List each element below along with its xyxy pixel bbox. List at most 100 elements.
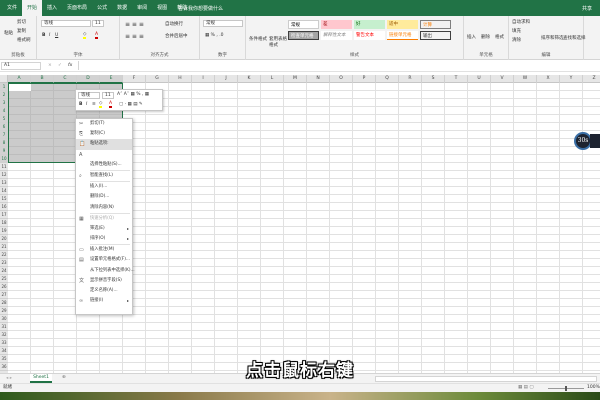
row-header[interactable]: 15 bbox=[0, 195, 8, 203]
grow-font-icon[interactable]: A˄ A˅ ▦ % , ▦ bbox=[117, 92, 149, 97]
tab-7[interactable]: 视图 bbox=[152, 0, 172, 16]
mini-size-select[interactable]: 11 bbox=[102, 92, 114, 99]
halign-icons[interactable]: ≡ ≡ ≡ bbox=[125, 33, 144, 40]
function-icon[interactable]: fx bbox=[68, 63, 72, 68]
row-header[interactable]: 12 bbox=[0, 171, 8, 179]
cancel-icon[interactable]: × bbox=[48, 63, 52, 68]
row-header[interactable]: 28 bbox=[0, 299, 8, 307]
tell-me-search[interactable]: 告诉我你想要做什么 bbox=[178, 5, 223, 12]
mini-italic-button[interactable]: I bbox=[86, 102, 87, 107]
row-header[interactable]: 3 bbox=[0, 99, 8, 107]
row-header[interactable]: 6 bbox=[0, 123, 8, 131]
menu-item[interactable]: 📋 粘贴选项: bbox=[76, 139, 132, 150]
mini-font-color-icon[interactable]: A bbox=[109, 101, 113, 108]
menu-item[interactable]: 选择性粘贴(S)... bbox=[76, 160, 132, 170]
column-header[interactable]: E bbox=[100, 75, 123, 83]
menu-item[interactable]: ⎘ 复制(C) bbox=[76, 129, 132, 139]
tab-0[interactable]: 文件 bbox=[2, 0, 22, 16]
column-header[interactable]: S bbox=[422, 75, 445, 83]
menu-item[interactable]: ▭ 插入批注(M) bbox=[76, 245, 132, 255]
column-header[interactable]: I bbox=[192, 75, 215, 83]
format-cells-button[interactable]: 格式 bbox=[495, 34, 504, 40]
font-color-icon[interactable]: A bbox=[95, 32, 99, 39]
cell-style-1[interactable]: 差 bbox=[321, 20, 352, 29]
insert-cells-button[interactable]: 插入 bbox=[467, 34, 476, 40]
row-header[interactable]: 11 bbox=[0, 163, 8, 171]
menu-item[interactable]: A bbox=[76, 150, 132, 160]
row-header[interactable]: 21 bbox=[0, 243, 8, 251]
column-header[interactable]: Z bbox=[583, 75, 600, 83]
column-header[interactable]: D bbox=[77, 75, 100, 83]
row-header[interactable]: 25 bbox=[0, 275, 8, 283]
cell-style-5[interactable]: 检查单元格 bbox=[288, 31, 319, 40]
row-header[interactable]: 18 bbox=[0, 219, 8, 227]
format-as-table-button[interactable]: 套用表格格式 bbox=[269, 36, 287, 48]
cell-style-7[interactable]: 警告文本 bbox=[354, 31, 385, 40]
menu-item[interactable]: 筛选(E) ▸ bbox=[76, 224, 132, 234]
cell-style-9[interactable]: 输出 bbox=[420, 31, 451, 40]
row-header[interactable]: 2 bbox=[0, 91, 8, 99]
formula-input[interactable] bbox=[78, 61, 598, 70]
cell-style-6[interactable]: 解释性文本 bbox=[321, 31, 352, 40]
menu-item[interactable]: ▤ 设置单元格格式(F)... bbox=[76, 255, 132, 265]
mini-align-icon[interactable]: ≡ bbox=[92, 102, 96, 107]
copy-button[interactable]: 复制 bbox=[17, 28, 26, 34]
tab-4[interactable]: 公式 bbox=[92, 0, 112, 16]
font-size-select[interactable]: 11 bbox=[92, 20, 104, 27]
autosum-button[interactable]: 自动求和 bbox=[512, 19, 530, 25]
tab-1[interactable]: 开始 bbox=[22, 0, 43, 16]
row-header[interactable]: 31 bbox=[0, 323, 8, 331]
select-all-corner[interactable] bbox=[0, 75, 8, 83]
paste-button[interactable]: 粘贴 bbox=[4, 30, 13, 36]
tab-6[interactable]: 审阅 bbox=[132, 0, 152, 16]
row-header[interactable]: 34 bbox=[0, 347, 8, 355]
cell-style-2[interactable]: 好 bbox=[354, 20, 385, 29]
enter-icon[interactable]: ✓ bbox=[58, 63, 62, 68]
align-icons[interactable]: ≡ ≡ ≡ bbox=[125, 21, 144, 28]
menu-item[interactable]: 文显示拼音字段(S) bbox=[76, 276, 132, 286]
column-header[interactable]: G bbox=[146, 75, 169, 83]
menu-item[interactable]: 定义名称(A)... bbox=[76, 286, 132, 296]
view-buttons[interactable]: ▦ ▤ ▢ bbox=[518, 384, 534, 392]
share-button[interactable]: 共享 bbox=[582, 5, 592, 12]
column-header[interactable]: J bbox=[215, 75, 238, 83]
bold-button[interactable]: B bbox=[42, 33, 45, 38]
column-header[interactable]: V bbox=[491, 75, 514, 83]
zoom-level[interactable]: 100% bbox=[587, 384, 600, 392]
column-header[interactable]: H bbox=[169, 75, 192, 83]
row-header[interactable]: 4 bbox=[0, 107, 8, 115]
format-painter-button[interactable]: 格式刷 bbox=[17, 37, 31, 43]
cell-style-3[interactable]: 适中 bbox=[387, 20, 418, 29]
cell-style-4[interactable]: 计算 bbox=[420, 20, 451, 29]
row-header[interactable]: 10 bbox=[0, 155, 8, 163]
menu-item[interactable]: 插入(I)... bbox=[76, 182, 132, 192]
column-header[interactable]: R bbox=[399, 75, 422, 83]
column-header[interactable]: P bbox=[353, 75, 376, 83]
delete-cells-button[interactable]: 删除 bbox=[481, 34, 490, 40]
merge-center-button[interactable]: 合并后居中 bbox=[165, 33, 188, 39]
column-header[interactable]: X bbox=[537, 75, 560, 83]
column-header[interactable]: K bbox=[238, 75, 261, 83]
fill-color-icon[interactable]: ◇ bbox=[83, 32, 87, 39]
column-header[interactable]: A bbox=[8, 75, 31, 83]
column-header[interactable]: Y bbox=[560, 75, 583, 83]
menu-item[interactable]: 从下拉列表中选择(K)... bbox=[76, 266, 135, 276]
column-header[interactable]: B bbox=[31, 75, 54, 83]
cell-style-0[interactable]: 常规 bbox=[288, 20, 319, 29]
wrap-text-button[interactable]: 自动换行 bbox=[165, 21, 183, 27]
find-select-button[interactable]: 查找和选择 bbox=[563, 35, 586, 41]
menu-item[interactable]: ✂ 剪切(T) bbox=[76, 119, 132, 129]
row-header[interactable]: 20 bbox=[0, 235, 8, 243]
row-header[interactable]: 7 bbox=[0, 131, 8, 139]
underline-button[interactable]: U bbox=[55, 33, 58, 38]
column-header[interactable]: M bbox=[284, 75, 307, 83]
fill-button[interactable]: 填充 bbox=[512, 28, 521, 34]
zoom-slider[interactable] bbox=[548, 386, 584, 391]
column-header[interactable]: L bbox=[261, 75, 284, 83]
column-header[interactable]: Q bbox=[376, 75, 399, 83]
row-header[interactable]: 5 bbox=[0, 115, 8, 123]
menu-item[interactable]: 清除内容(N) bbox=[76, 203, 132, 213]
menu-item[interactable]: 删除(D)... bbox=[76, 192, 132, 202]
row-header[interactable]: 30 bbox=[0, 315, 8, 323]
cell-style-8[interactable]: 链接单元格 bbox=[387, 31, 418, 40]
